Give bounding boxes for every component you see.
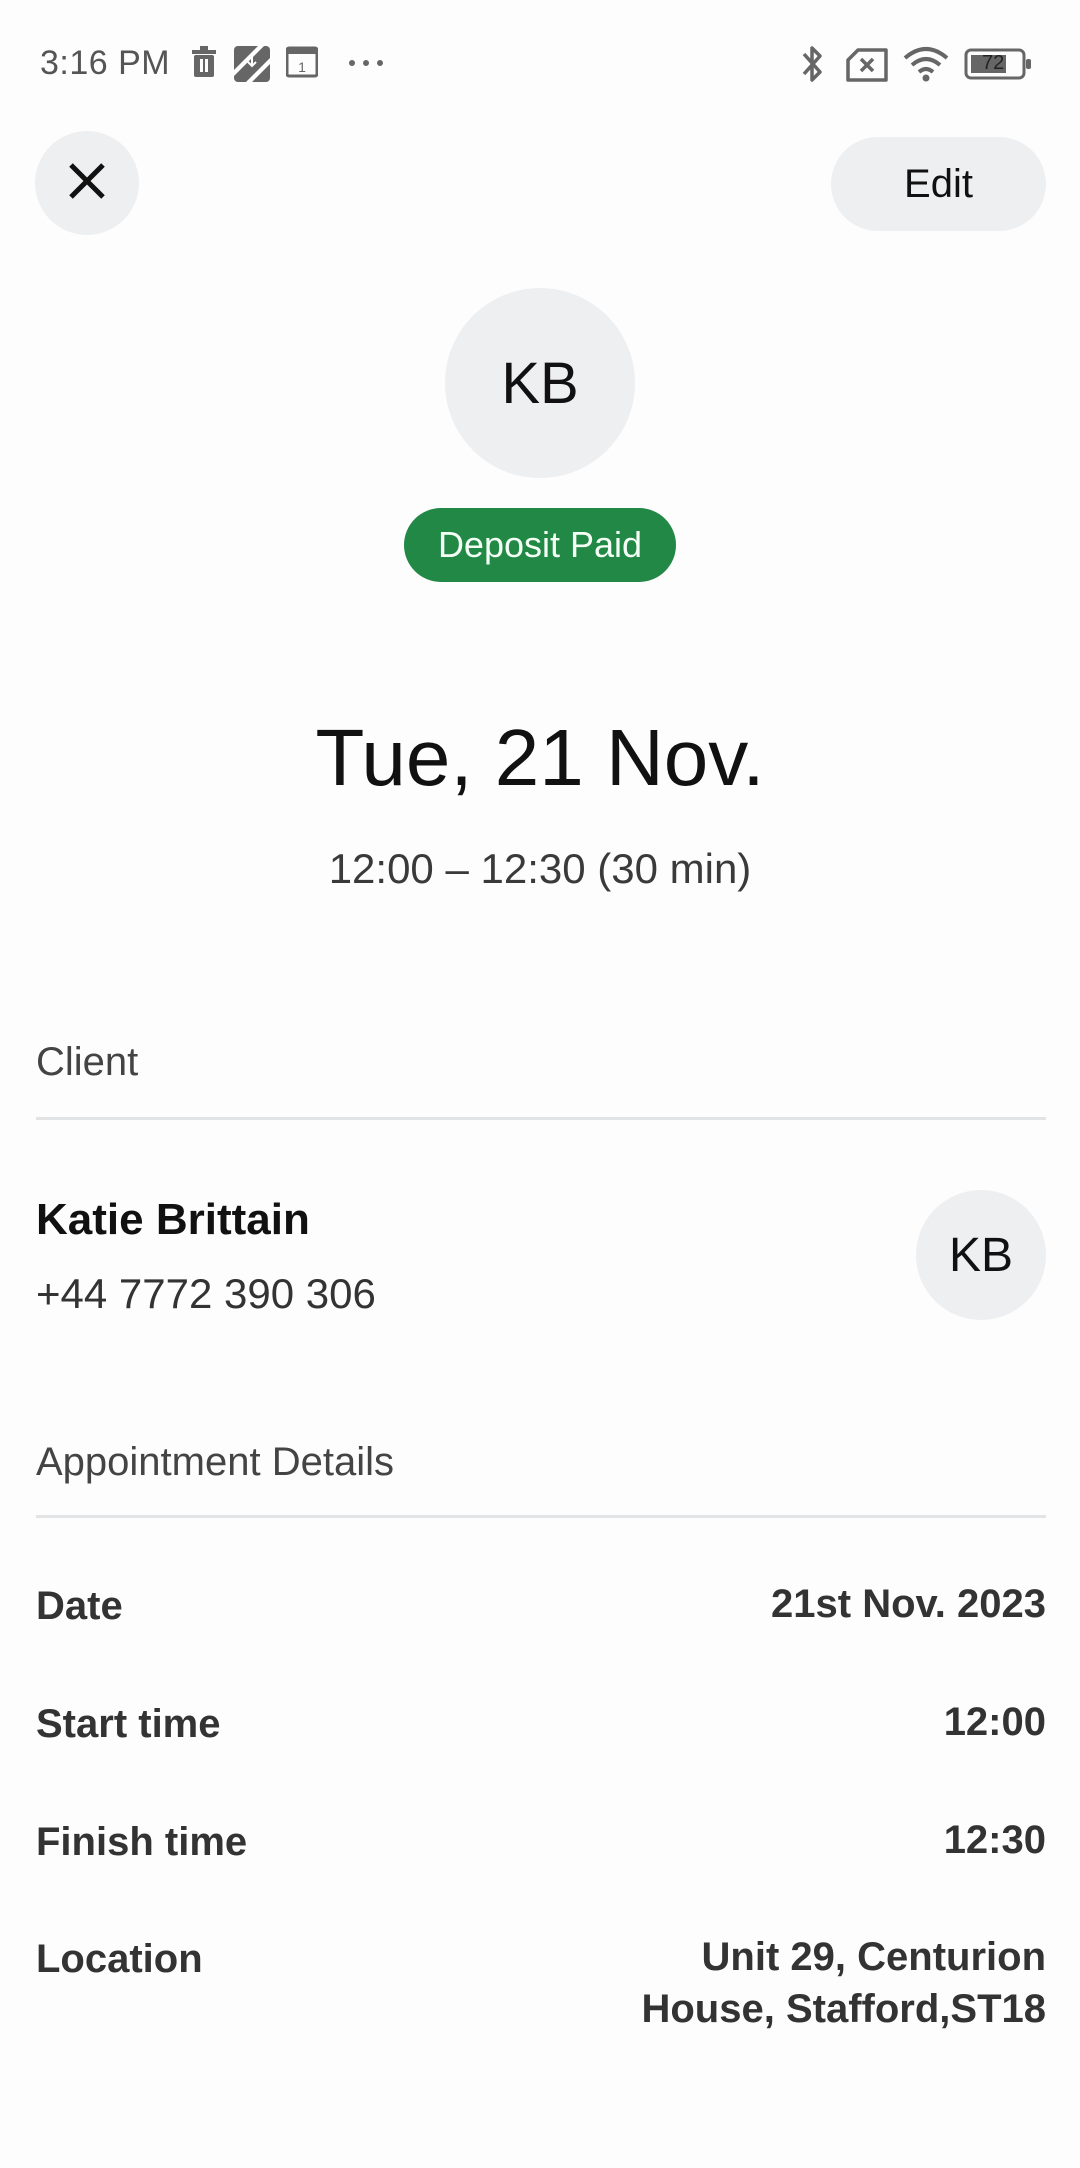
detail-value: 12:00	[943, 1700, 1046, 1744]
client-divider	[36, 1117, 1046, 1120]
bluetooth-icon	[800, 44, 826, 84]
client-avatar-small: KB	[916, 1190, 1046, 1320]
edit-button[interactable]: Edit	[831, 137, 1046, 231]
client-row[interactable]: Katie Brittain +44 7772 390 306 KB	[0, 1170, 1080, 1340]
appointment-date-heading: Tue, 21 Nov.	[315, 713, 765, 802]
client-name: Katie Brittain	[36, 1195, 310, 1244]
detail-label: Location	[36, 1937, 203, 1981]
avatar-initials: KB	[948, 1228, 1014, 1282]
trash-icon	[190, 46, 218, 78]
detail-label: Finish time	[36, 1820, 248, 1864]
close-icon	[67, 161, 107, 206]
battery-level: 72	[982, 52, 1005, 74]
svg-text:1: 1	[298, 59, 306, 75]
detail-value-line1: Unit 29, Centurion	[701, 1935, 1046, 1979]
detail-label: Start time	[36, 1702, 221, 1746]
detail-value-line2: House, Stafford,ST18	[641, 1987, 1046, 2031]
close-button[interactable]	[35, 131, 139, 235]
detail-value: 12:30	[943, 1818, 1046, 1862]
detail-value: 21st Nov. 2023	[771, 1582, 1046, 1626]
wifi-icon	[902, 46, 950, 82]
calendar-icon: 1	[286, 46, 318, 78]
battery-icon: 72	[964, 48, 1034, 80]
detail-label: Date	[36, 1584, 123, 1628]
more-dots-icon	[348, 58, 384, 68]
details-divider	[36, 1515, 1046, 1518]
details-section-label: Appointment Details	[36, 1440, 394, 1484]
appointment-time-range: 12:00 – 12:30 (30 min)	[328, 845, 752, 892]
client-section-label: Client	[36, 1040, 139, 1084]
sim-missing-icon	[846, 48, 888, 82]
status-badge: Deposit Paid	[404, 508, 676, 582]
client-phone[interactable]: +44 7772 390 306	[36, 1270, 376, 1318]
client-avatar-large: KB	[445, 288, 635, 478]
avatar-initials: KB	[501, 350, 579, 416]
status-badge-label: Deposit Paid	[437, 524, 643, 565]
status-time: 3:16 PM	[40, 44, 171, 82]
download-app-icon	[234, 46, 270, 82]
